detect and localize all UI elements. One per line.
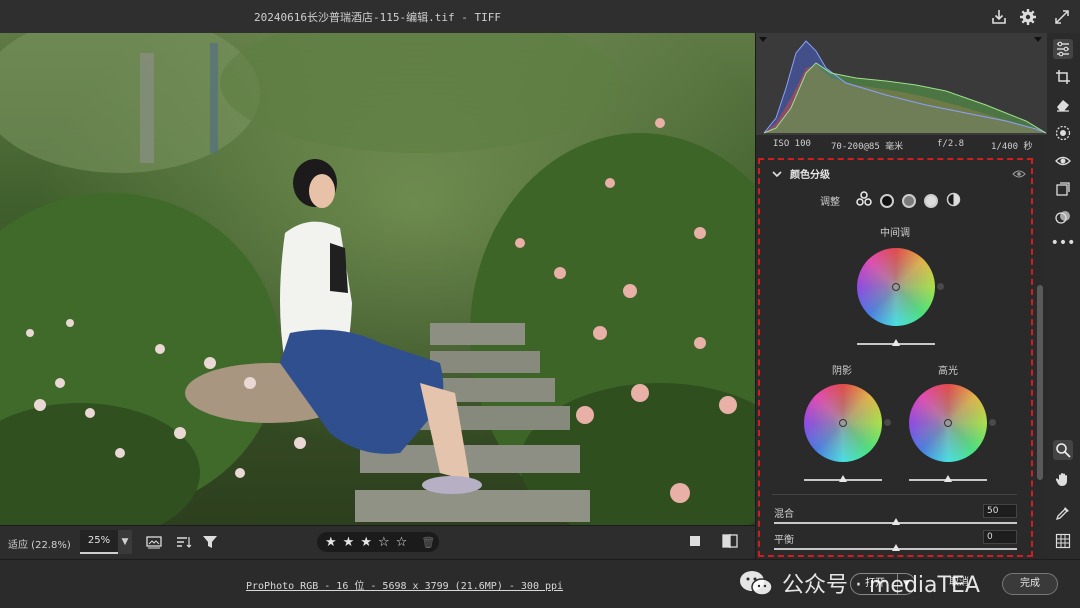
hand-icon[interactable] — [1053, 469, 1073, 489]
snapshots-icon[interactable] — [1053, 179, 1073, 199]
crop-icon[interactable] — [1053, 67, 1073, 87]
shadows-wheel-center[interactable] — [839, 419, 847, 427]
shadows-slider-thumb[interactable] — [839, 475, 847, 482]
chevron-down-icon[interactable] — [772, 167, 782, 181]
highlights-slider-thumb[interactable] — [944, 475, 952, 482]
red-eye-icon[interactable] — [1053, 151, 1073, 171]
highlights-wheel-center[interactable] — [944, 419, 952, 427]
zoom-dropdown-icon[interactable]: ▼ — [118, 530, 132, 554]
midtones-color-wheel[interactable] — [857, 248, 935, 326]
sort-icon[interactable] — [176, 534, 192, 553]
balance-label: 平衡 — [774, 535, 794, 546]
rating-stars[interactable]: ★ ★ ★ ☆ ☆ 🗑 — [317, 532, 439, 552]
fit-zoom-label[interactable]: 适应 (22.8%) — [8, 536, 71, 551]
shadows-mode-icon[interactable] — [880, 193, 894, 208]
view-toolbar: 适应 (22.8%) 25% ▼ ★ ★ ★ ☆ ☆ 🗑 — [0, 525, 755, 558]
eye-icon[interactable] — [1012, 168, 1026, 182]
watermark: 公众号 · mediaTEA — [738, 566, 980, 600]
crop-toggle-icon[interactable] — [690, 536, 700, 546]
zoom-icon[interactable] — [1053, 440, 1073, 460]
edit-sliders-icon[interactable] — [1053, 39, 1073, 59]
blending-label: 混合 — [774, 509, 794, 520]
midtones-wheel-center[interactable] — [892, 283, 900, 291]
window-title: 20240616长沙普瑞酒店-115-编辑.tif - TIFF — [254, 11, 501, 24]
wechat-logo-icon — [740, 571, 773, 596]
highlights-luminance-knob[interactable] — [989, 419, 996, 426]
color-grading-title: 颜色分级 — [790, 170, 830, 181]
rating-star[interactable]: ★ — [343, 535, 355, 550]
aperture-value: f/2.8 — [937, 139, 965, 149]
midtones-label: 中间调 — [880, 228, 910, 239]
shutter-value: 1/400 秒 — [991, 142, 1033, 152]
rating-star[interactable]: ★ — [325, 535, 337, 550]
filter-icon[interactable] — [202, 534, 218, 553]
done-button[interactable]: 完成 — [1002, 573, 1058, 595]
zoom-level-field[interactable]: 25% — [80, 530, 118, 554]
bottom-bar: ProPhoto RGB - 16 位 - 5698 x 3799 (21.6M… — [0, 559, 1080, 608]
color-grading-header[interactable]: 颜色分级 — [772, 166, 830, 181]
save-icon[interactable] — [988, 6, 1010, 28]
filmstrip-icon[interactable] — [146, 534, 162, 553]
rating-star[interactable]: ★ — [360, 535, 372, 550]
midtones-mode-icon[interactable] — [902, 193, 916, 208]
color-grading-panel: 颜色分级 调整 中间调 阴影 高光 混合 50 平衡 0 — [758, 158, 1033, 557]
gear-icon[interactable] — [1017, 6, 1039, 28]
mask-icon[interactable] — [1053, 123, 1073, 143]
lens-value: 70-200@85 毫米 — [831, 142, 904, 152]
highlights-label: 高光 — [938, 366, 958, 377]
more-icon[interactable]: ••• — [1051, 233, 1076, 253]
right-panel: ISO 100 70-200@85 毫米 f/2.8 1/400 秒 颜色分级 … — [755, 33, 1048, 559]
presets-icon[interactable] — [1053, 207, 1073, 227]
title-bar: 20240616长沙普瑞酒店-115-编辑.tif - TIFF — [0, 0, 1080, 33]
photo-preview[interactable] — [0, 33, 755, 525]
fullscreen-icon[interactable] — [1051, 6, 1073, 28]
divider — [772, 494, 1017, 495]
adjust-label: 调整 — [820, 197, 840, 208]
midtones-luminance-knob[interactable] — [937, 283, 944, 290]
before-after-icon[interactable] — [722, 533, 738, 552]
balance-value-field[interactable]: 0 — [983, 530, 1017, 544]
highlights-mode-icon[interactable] — [924, 193, 938, 208]
shadows-label: 阴影 — [832, 366, 852, 377]
blending-value-field[interactable]: 50 — [983, 504, 1017, 518]
workflow-options-link[interactable]: ProPhoto RGB - 16 位 - 5698 x 3799 (21.6M… — [246, 577, 563, 592]
iso-value: ISO 100 — [773, 139, 811, 149]
eyedropper-icon[interactable] — [1053, 503, 1073, 523]
eraser-icon[interactable] — [1053, 95, 1073, 115]
watermark-text: 公众号 · mediaTEA — [782, 573, 980, 598]
highlights-color-wheel[interactable] — [909, 384, 987, 462]
adjust-row: 调整 — [820, 191, 961, 210]
exif-readout: ISO 100 70-200@85 毫米 f/2.8 1/400 秒 — [756, 137, 1048, 155]
global-mode-icon[interactable] — [946, 192, 961, 210]
shadows-luminance-knob[interactable] — [884, 419, 891, 426]
rating-star[interactable]: ☆ — [378, 535, 390, 550]
balance-slider-thumb[interactable] — [892, 544, 900, 551]
trash-icon[interactable]: 🗑 — [421, 536, 435, 549]
histogram — [756, 33, 1048, 135]
three-way-icon[interactable] — [856, 191, 872, 210]
grid-icon[interactable] — [1053, 531, 1073, 551]
midtones-slider-thumb[interactable] — [892, 339, 900, 346]
tool-strip: ••• — [1047, 33, 1080, 559]
blending-slider-thumb[interactable] — [892, 518, 900, 525]
rating-star[interactable]: ☆ — [396, 535, 408, 550]
shadows-color-wheel[interactable] — [804, 384, 882, 462]
panel-scrollbar-thumb[interactable] — [1037, 285, 1043, 480]
